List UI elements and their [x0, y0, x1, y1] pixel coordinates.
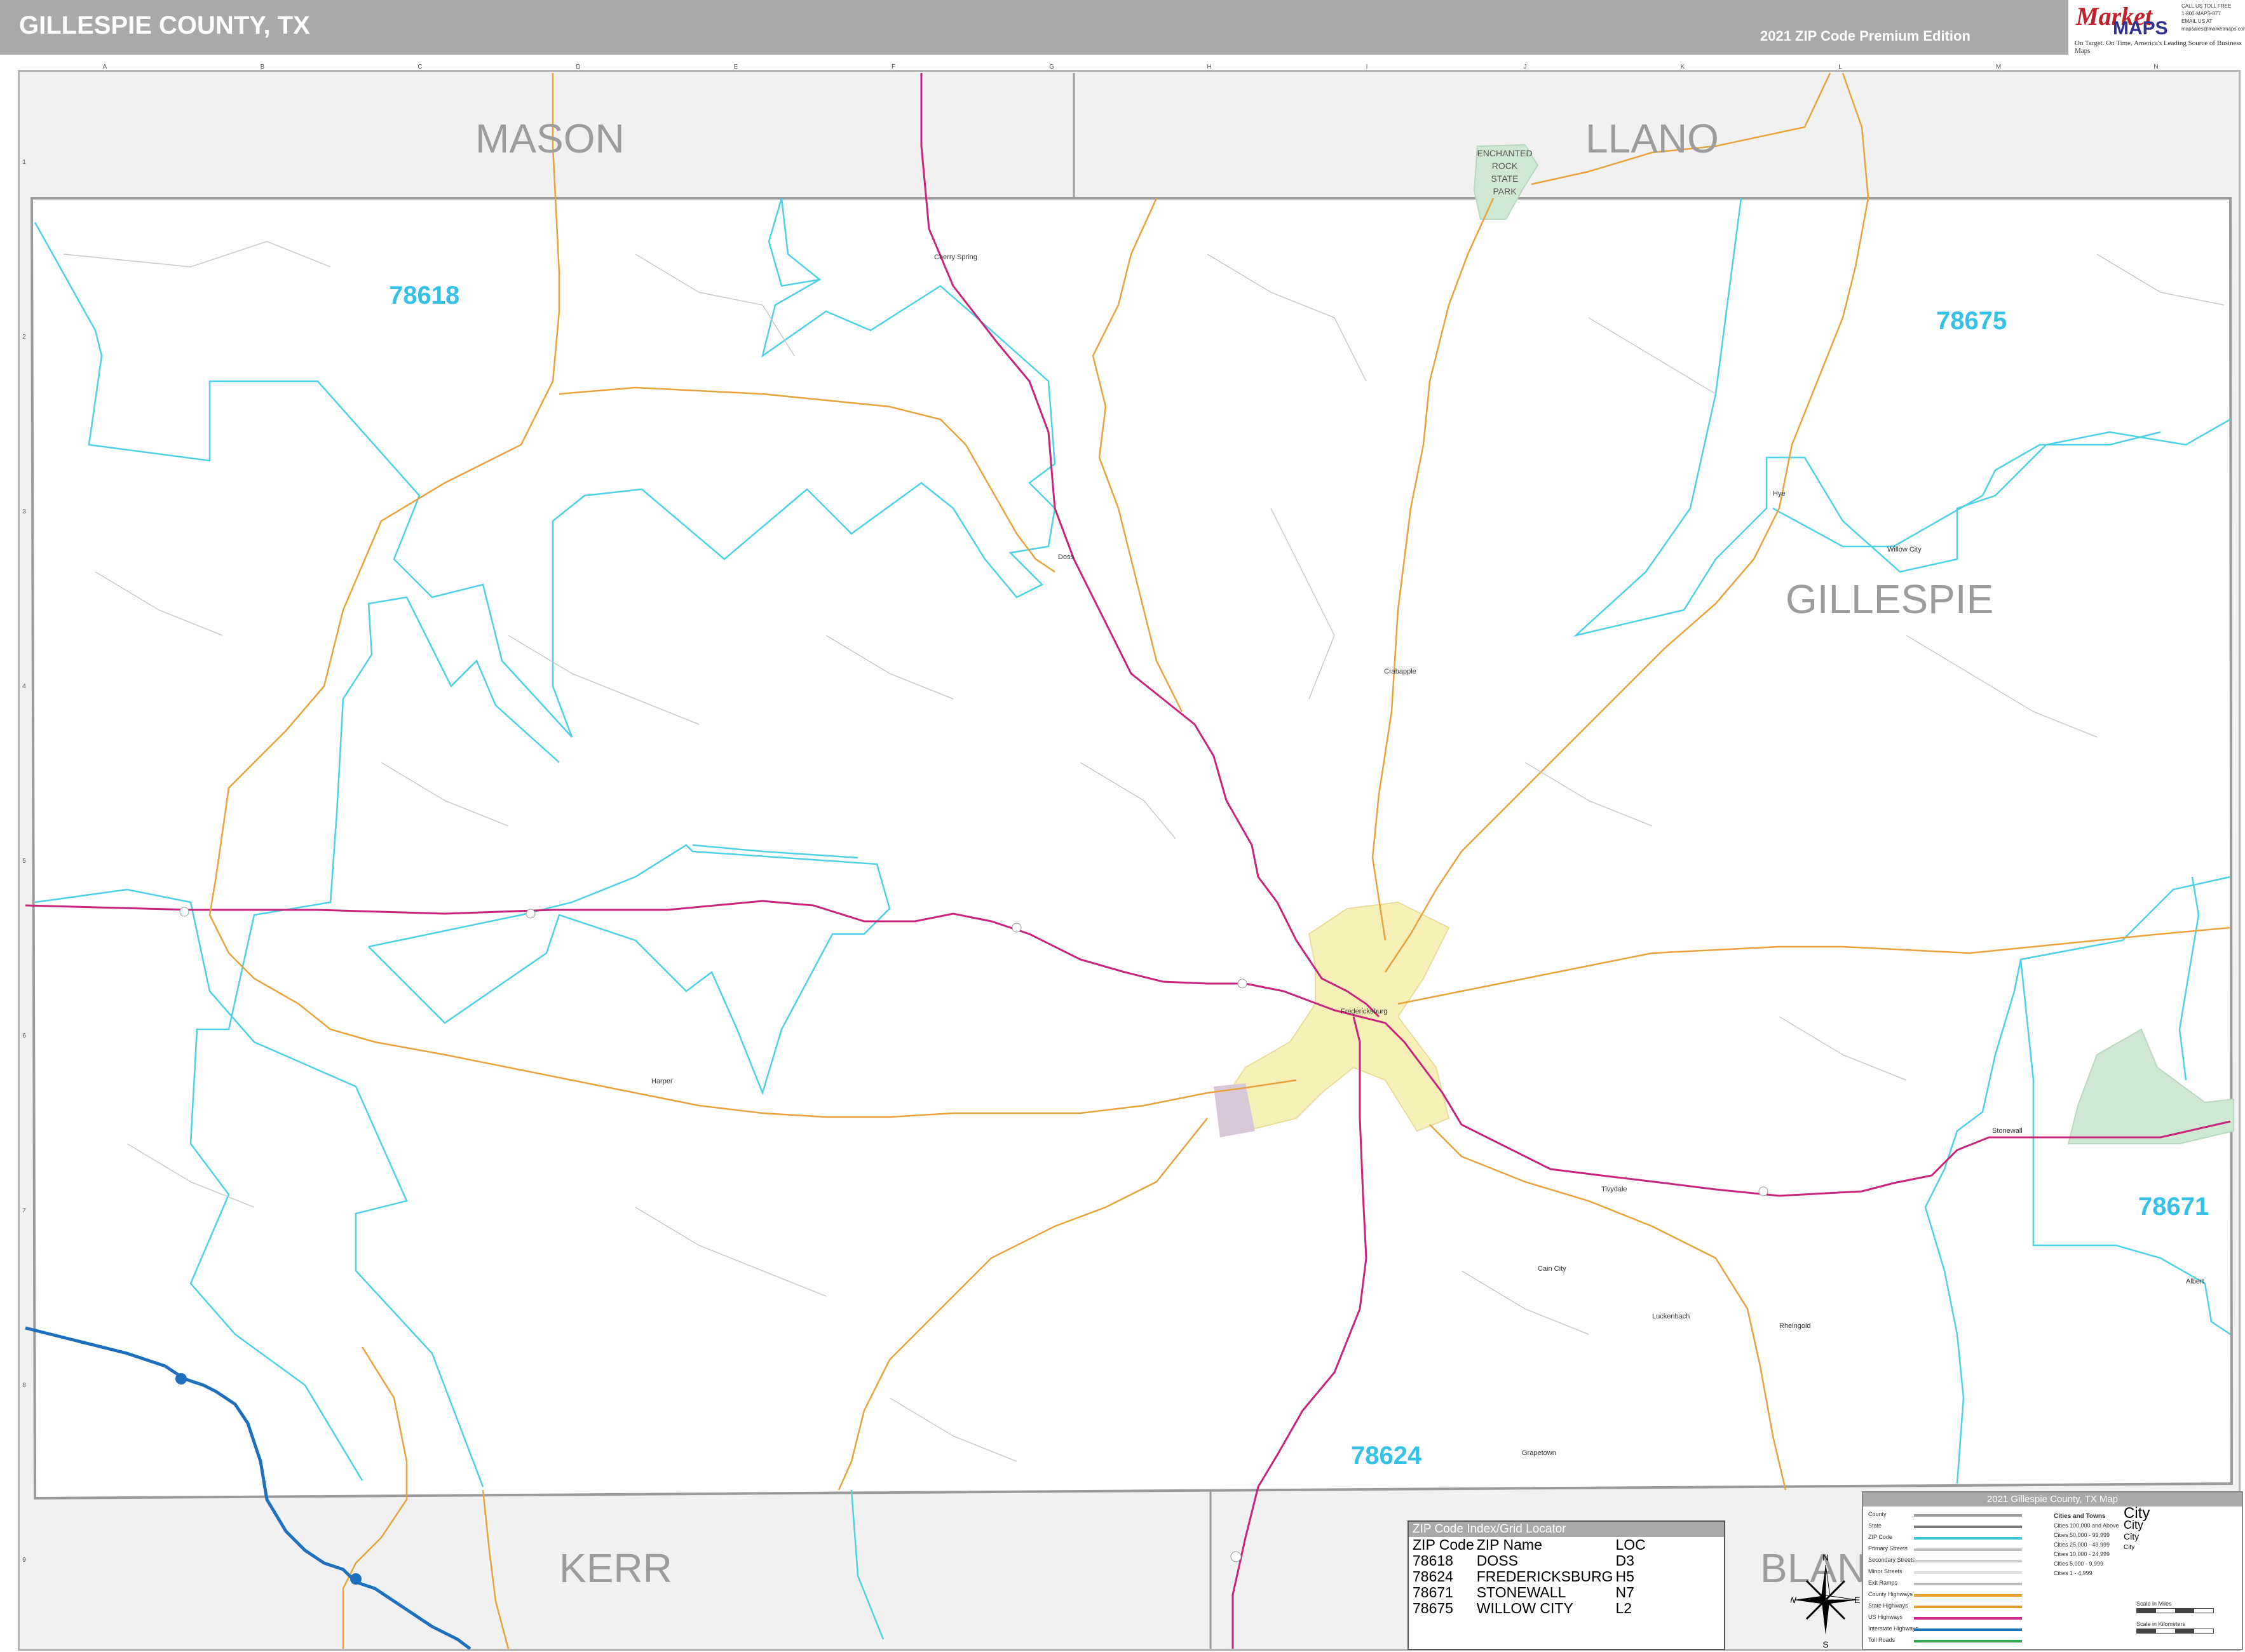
legend-item-label: County Highways — [1868, 1591, 1913, 1597]
legend-swatch — [1914, 1571, 2022, 1574]
park-label-line-3: STATE — [1491, 173, 1518, 184]
place-albert: Albert — [2186, 1278, 2204, 1285]
place-stonewall: Stonewall — [1992, 1127, 2023, 1135]
grid-col-d: D — [576, 64, 580, 71]
legend-item-label: US Highways — [1868, 1614, 1903, 1620]
legend-item-label: Minor Streets — [1868, 1568, 1902, 1574]
table-row: 78624 FREDERICKSBURG H5 — [1413, 1568, 1634, 1585]
zip-index-header-row: ZIP Code ZIP Name LOC — [1411, 1537, 1647, 1553]
grid-row-3: 3 — [22, 508, 26, 515]
legend-swatch — [1914, 1594, 2022, 1597]
col-zip-name: ZIP Name — [1476, 1536, 1542, 1553]
map-legend: 2021 Gillespie County, TX Map County Stat… — [1862, 1491, 2243, 1650]
grid-col-a: A — [103, 64, 107, 71]
legend-item-label: ZIP Code — [1868, 1534, 1892, 1540]
compass-e: E — [1854, 1595, 1860, 1605]
legend-swatch — [1914, 1617, 2022, 1620]
legend-swatch — [1914, 1548, 2022, 1551]
col-zip-code: ZIP Code — [1413, 1536, 1474, 1553]
map-canvas[interactable]: A B C D E F G H I J K L M N 1 2 3 4 5 6 … — [0, 0, 2245, 1652]
legend-item-label: State — [1868, 1522, 1882, 1529]
grid-col-n: N — [2153, 64, 2158, 71]
legend-swatch — [1914, 1560, 2022, 1562]
legend-item-label: Toll Roads — [1868, 1637, 1896, 1643]
table-row: 78675 WILLOW CITY L2 — [1413, 1600, 1632, 1616]
park-label-line-4: PARK — [1493, 186, 1517, 196]
compass-s: S — [1822, 1639, 1828, 1649]
legend-swatch — [1914, 1514, 2022, 1517]
compass-rose-icon: N S W E — [1791, 1552, 1860, 1649]
legend-city-demo: City City City City — [2124, 1505, 2150, 1552]
col-loc: LOC — [1615, 1536, 1646, 1553]
place-crabapple: Crabapple — [1384, 668, 1416, 675]
county-label-kerr: KERR — [559, 1545, 672, 1591]
grid-col-i: I — [1366, 64, 1368, 71]
grid-col-c: C — [417, 64, 422, 71]
zip-label-78675: 78675 — [1936, 307, 2007, 335]
legend-item-label: County — [1868, 1511, 1887, 1517]
grid-row-9: 9 — [22, 1557, 26, 1564]
legend-swatch — [1914, 1628, 2022, 1631]
legend-swatch — [1914, 1526, 2022, 1528]
table-row: 78671 STONEWALL N7 — [1413, 1584, 1634, 1601]
place-hye: Hye — [1773, 490, 1786, 498]
grid-col-j: J — [1524, 64, 1527, 71]
place-doss: Doss — [1058, 553, 1075, 561]
legend-title: 2021 Gillespie County, TX Map — [1863, 1493, 2242, 1506]
place-rheingold: Rheingold — [1779, 1322, 1811, 1330]
gillespie-county-area — [30, 197, 2234, 1500]
place-cherry-spring: Cherry Spring — [934, 254, 977, 261]
zip-label-78618: 78618 — [389, 281, 459, 309]
county-label-llano: LLANO — [1585, 116, 1719, 161]
zip-index-panel: ZIP Code Index/Grid Locator ZIP Code ZIP… — [1407, 1520, 1725, 1650]
place-grapetown: Grapetown — [1522, 1449, 1556, 1457]
grid-row-4: 4 — [22, 683, 26, 690]
legend-item: Toll Roads — [1863, 1635, 2244, 1646]
legend-item-label: Interstate Highways — [1868, 1625, 1919, 1632]
legend-item-label: State Highways — [1868, 1602, 1908, 1609]
grid-row-2: 2 — [22, 334, 26, 341]
legend-item-label: Primary Streets — [1868, 1545, 1908, 1552]
grid-row-8: 8 — [22, 1382, 26, 1389]
grid-col-m: M — [1996, 64, 2001, 71]
legend-swatch — [1914, 1583, 2022, 1585]
grid-row-1: 1 — [22, 159, 26, 166]
park-label-line-2: ROCK — [1492, 161, 1518, 171]
zip-label-78671: 78671 — [2138, 1193, 2209, 1221]
county-label-gillespie: GILLESPIE — [1786, 576, 1993, 622]
grid-row-7: 7 — [22, 1207, 26, 1214]
grid-col-k: K — [1681, 64, 1685, 71]
table-row: 78618 DOSS D3 — [1413, 1552, 1634, 1569]
zip-index-table: ZIP Code ZIP Name LOC 78618 DOSS D3 78624 F… — [1411, 1537, 1647, 1616]
place-tivydale: Tivydale — [1601, 1186, 1627, 1193]
grid-col-h: H — [1207, 64, 1211, 71]
place-luckenbach: Luckenbach — [1652, 1313, 1690, 1320]
legend-swatch — [1914, 1640, 2022, 1642]
grid-col-l: L — [1838, 64, 1842, 71]
legend-scale: Scale in Miles Scale in Kilometers — [2136, 1601, 2214, 1634]
park-label-line-1: ENCHANTED — [1477, 148, 1532, 158]
zip-index-title: ZIP Code Index/Grid Locator — [1409, 1522, 1724, 1537]
legend-city-sizes: Cities and Towns Cities 100,000 and Abov… — [2054, 1513, 2119, 1576]
grid-col-f: F — [892, 64, 895, 71]
legend-item: Exit Ramps — [1863, 1578, 2244, 1589]
grid-col-e: E — [734, 64, 738, 71]
place-willow-city: Willow City — [1887, 546, 1922, 553]
legend-item-label: Exit Ramps — [1868, 1580, 1898, 1586]
legend-item: County Highways — [1863, 1589, 2244, 1601]
legend-swatch — [1914, 1606, 2022, 1608]
place-fredericksburg: Fredericksburg — [1341, 1008, 1387, 1015]
grid-col-b: B — [261, 64, 265, 71]
grid-col-g: G — [1049, 64, 1054, 71]
legend-swatch — [1914, 1537, 2022, 1540]
zip-label-78624: 78624 — [1351, 1442, 1422, 1470]
place-cain-city: Cain City — [1538, 1265, 1566, 1273]
place-harper: Harper — [651, 1078, 673, 1085]
county-label-mason: MASON — [475, 116, 625, 161]
legend-item-label: Secondary Streets — [1868, 1557, 1916, 1563]
compass-n: N — [1822, 1552, 1829, 1562]
grid-row-5: 5 — [22, 858, 26, 865]
grid-row-6: 6 — [22, 1032, 26, 1039]
compass-w: W — [1791, 1595, 1797, 1605]
